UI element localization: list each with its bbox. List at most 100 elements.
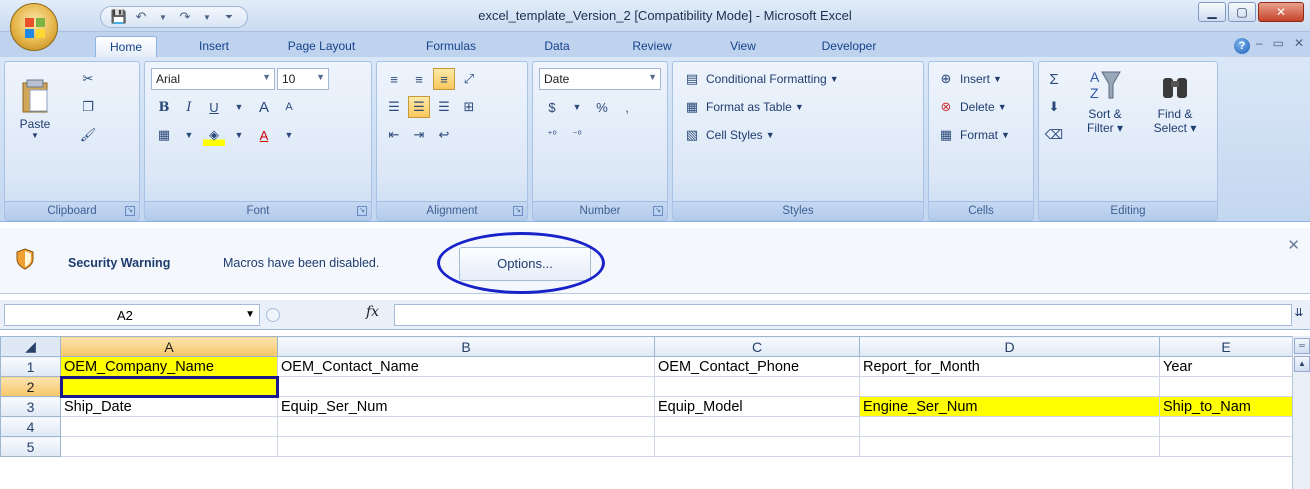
close-icon[interactable]: ✕ bbox=[1287, 236, 1300, 254]
increase-indent-icon[interactable]: ⇥ bbox=[408, 124, 430, 146]
merge-icon[interactable]: ⊞ bbox=[458, 96, 480, 118]
cell[interactable] bbox=[277, 376, 655, 397]
paste-button[interactable]: Paste ▼ bbox=[13, 78, 57, 148]
row-header[interactable]: 2 bbox=[0, 376, 61, 397]
tab-page-layout[interactable]: Page Layout bbox=[278, 36, 365, 57]
column-header[interactable]: C bbox=[654, 336, 860, 357]
expand-formula-bar-icon[interactable]: ⇊ bbox=[1292, 306, 1306, 324]
cell[interactable] bbox=[60, 416, 278, 437]
select-all-corner[interactable]: ◢ bbox=[0, 336, 61, 357]
cell-styles-button[interactable]: ▧ Cell Styles ▼ bbox=[681, 124, 775, 146]
cell[interactable] bbox=[1159, 376, 1293, 397]
cell[interactable]: Equip_Ser_Num bbox=[277, 396, 655, 417]
cell[interactable]: Ship_Date bbox=[60, 396, 278, 417]
dialog-launcher-icon[interactable]: ↘ bbox=[125, 206, 135, 216]
insert-function-icon[interactable]: fx bbox=[366, 304, 379, 320]
restore-icon[interactable]: ▭ bbox=[1273, 36, 1284, 50]
cell[interactable]: OEM_Company_Name bbox=[60, 356, 278, 377]
scroll-up-icon[interactable]: ▲ bbox=[1294, 356, 1310, 372]
cell[interactable] bbox=[60, 436, 278, 457]
increase-decimal-icon[interactable]: ⁺⁰ bbox=[541, 124, 563, 146]
tab-formulas[interactable]: Formulas bbox=[416, 36, 486, 57]
cell[interactable]: Year bbox=[1159, 356, 1293, 377]
align-left-icon[interactable]: ☰ bbox=[383, 96, 405, 118]
align-center-icon[interactable]: ☰ bbox=[408, 96, 430, 118]
row-header[interactable]: 3 bbox=[0, 396, 61, 417]
cell[interactable] bbox=[277, 416, 655, 437]
grow-font-icon[interactable]: A bbox=[253, 96, 275, 118]
italic-icon[interactable]: I bbox=[178, 96, 200, 118]
dialog-launcher-icon[interactable]: ↘ bbox=[513, 206, 523, 216]
align-middle-icon[interactable]: ≡ bbox=[408, 68, 430, 90]
cell[interactable] bbox=[859, 416, 1160, 437]
help-icon[interactable]: ? bbox=[1234, 38, 1250, 54]
cell[interactable]: OEM_Contact_Phone bbox=[654, 356, 860, 377]
cell[interactable] bbox=[859, 376, 1160, 397]
copy-icon[interactable]: ❐ bbox=[77, 96, 99, 118]
orientation-icon[interactable]: ⤢ bbox=[458, 68, 480, 90]
dialog-launcher-icon[interactable]: ↘ bbox=[653, 206, 663, 216]
maximize-button[interactable]: ▢ bbox=[1228, 2, 1256, 22]
find-select-button[interactable]: Find & Select ▾ bbox=[1143, 68, 1207, 135]
comma-icon[interactable]: , bbox=[616, 96, 638, 118]
tab-data[interactable]: Data bbox=[537, 36, 577, 57]
clear-icon[interactable]: ⌫ bbox=[1043, 124, 1065, 146]
wrap-text-icon[interactable]: ↩ bbox=[433, 124, 455, 146]
sort-filter-button[interactable]: A Z Sort & Filter ▾ bbox=[1075, 68, 1135, 135]
currency-icon[interactable]: $ bbox=[541, 96, 563, 118]
decrease-indent-icon[interactable]: ⇤ bbox=[383, 124, 405, 146]
cell[interactable] bbox=[1159, 436, 1293, 457]
fill-color-icon[interactable]: ◈ bbox=[203, 124, 225, 146]
align-right-icon[interactable]: ☰ bbox=[433, 96, 455, 118]
tab-developer[interactable]: Developer bbox=[806, 36, 892, 57]
tab-insert[interactable]: Insert bbox=[187, 36, 241, 57]
shrink-font-icon[interactable]: A bbox=[278, 96, 300, 118]
column-header[interactable]: E bbox=[1159, 336, 1293, 357]
cell[interactable]: Equip_Model bbox=[654, 396, 860, 417]
active-cell[interactable] bbox=[59, 375, 279, 398]
cell[interactable] bbox=[277, 436, 655, 457]
row-header[interactable]: 1 bbox=[0, 356, 61, 377]
office-button[interactable] bbox=[10, 3, 58, 51]
format-cells-button[interactable]: ▦ Format ▼ bbox=[935, 124, 1010, 146]
close-icon[interactable]: ✕ bbox=[1294, 36, 1304, 50]
minimize-icon[interactable]: – bbox=[1256, 36, 1263, 50]
font-color-icon[interactable]: A bbox=[253, 124, 275, 146]
dropdown-icon[interactable]: ▼ bbox=[228, 124, 250, 146]
cell[interactable]: Engine_Ser_Num bbox=[859, 396, 1160, 417]
borders-icon[interactable]: ▦ bbox=[153, 124, 175, 146]
row-header[interactable]: 4 bbox=[0, 416, 61, 437]
tab-review[interactable]: Review bbox=[622, 36, 682, 57]
number-format-box[interactable]: Date ▼ bbox=[539, 68, 661, 90]
vertical-scrollbar[interactable]: ═ ▲ bbox=[1292, 336, 1310, 489]
cell[interactable] bbox=[654, 376, 860, 397]
tab-home[interactable]: Home bbox=[95, 36, 157, 57]
dropdown-icon[interactable]: ▼ bbox=[278, 124, 300, 146]
cell[interactable] bbox=[654, 416, 860, 437]
percent-icon[interactable]: % bbox=[591, 96, 613, 118]
name-box[interactable]: A2 ▼ bbox=[4, 304, 260, 326]
conditional-formatting-button[interactable]: ▤ Conditional Formatting ▼ bbox=[681, 68, 839, 90]
dropdown-icon[interactable]: ▼ bbox=[566, 96, 588, 118]
column-header[interactable]: B bbox=[277, 336, 655, 357]
formula-input[interactable] bbox=[394, 304, 1292, 326]
font-size-box[interactable]: 10 ▼ bbox=[277, 68, 329, 90]
cell[interactable] bbox=[654, 436, 860, 457]
row-header[interactable]: 5 bbox=[0, 436, 61, 457]
align-bottom-icon[interactable]: ≡ bbox=[433, 68, 455, 90]
dialog-launcher-icon[interactable]: ↘ bbox=[357, 206, 367, 216]
format-as-table-button[interactable]: ▦ Format as Table ▼ bbox=[681, 96, 804, 118]
underline-icon[interactable]: U bbox=[203, 96, 225, 118]
align-top-icon[interactable]: ≡ bbox=[383, 68, 405, 90]
cell[interactable] bbox=[1159, 416, 1293, 437]
font-name-box[interactable]: Arial ▼ bbox=[151, 68, 275, 90]
split-handle[interactable]: ═ bbox=[1294, 338, 1310, 354]
autosum-icon[interactable]: Σ bbox=[1043, 68, 1065, 90]
decrease-decimal-icon[interactable]: ⁻⁰ bbox=[566, 124, 588, 146]
close-button[interactable]: ✕ bbox=[1258, 2, 1304, 22]
cell[interactable]: Ship_to_Nam bbox=[1159, 396, 1293, 417]
column-header[interactable]: A bbox=[60, 336, 278, 357]
column-header[interactable]: D bbox=[859, 336, 1160, 357]
cut-icon[interactable]: ✂ bbox=[77, 68, 99, 90]
insert-cells-button[interactable]: ⊕ Insert ▼ bbox=[935, 68, 1002, 90]
